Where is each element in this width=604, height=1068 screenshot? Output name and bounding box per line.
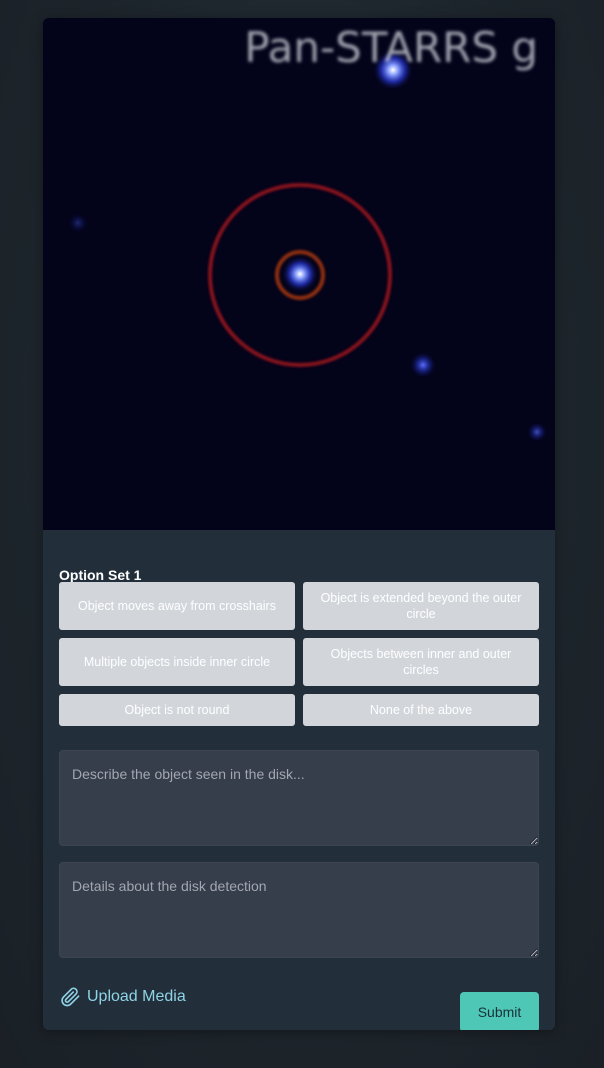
submit-button[interactable]: Submit xyxy=(460,992,539,1030)
option-none-button[interactable]: None of the above xyxy=(303,694,539,726)
classification-card: Pan-STARRS g Option Set 1 Object moves a… xyxy=(43,18,555,1030)
upload-media-label: Upload Media xyxy=(87,988,186,1005)
faint-star xyxy=(410,352,436,378)
faint-star-left xyxy=(68,213,88,233)
option-extended-button[interactable]: Object is extended beyond the outer circ… xyxy=(303,582,539,630)
options-panel: Option Set 1 Object moves away from cros… xyxy=(43,530,555,1030)
faint-star-edge xyxy=(527,422,547,442)
sky-cutout-svg: Pan-STARRS g xyxy=(43,18,555,530)
sky-cutout-image: Pan-STARRS g xyxy=(43,18,555,530)
description-textarea[interactable] xyxy=(59,750,539,846)
filter-label: Pan-STARRS g xyxy=(244,23,538,72)
upload-media-link[interactable]: Upload Media xyxy=(59,982,186,1012)
option-multiple-objects-button[interactable]: Multiple objects inside inner circle xyxy=(59,638,295,686)
details-textarea[interactable] xyxy=(59,862,539,958)
option-moves-away-button[interactable]: Object moves away from crosshairs xyxy=(59,582,295,630)
option-objects-between-button[interactable]: Objects between inner and outer circles xyxy=(303,638,539,686)
option-set-title: Option Set 1 xyxy=(59,567,142,583)
option-not-round-button[interactable]: Object is not round xyxy=(59,694,295,726)
target-object xyxy=(282,256,318,292)
paperclip-icon xyxy=(59,985,81,1009)
